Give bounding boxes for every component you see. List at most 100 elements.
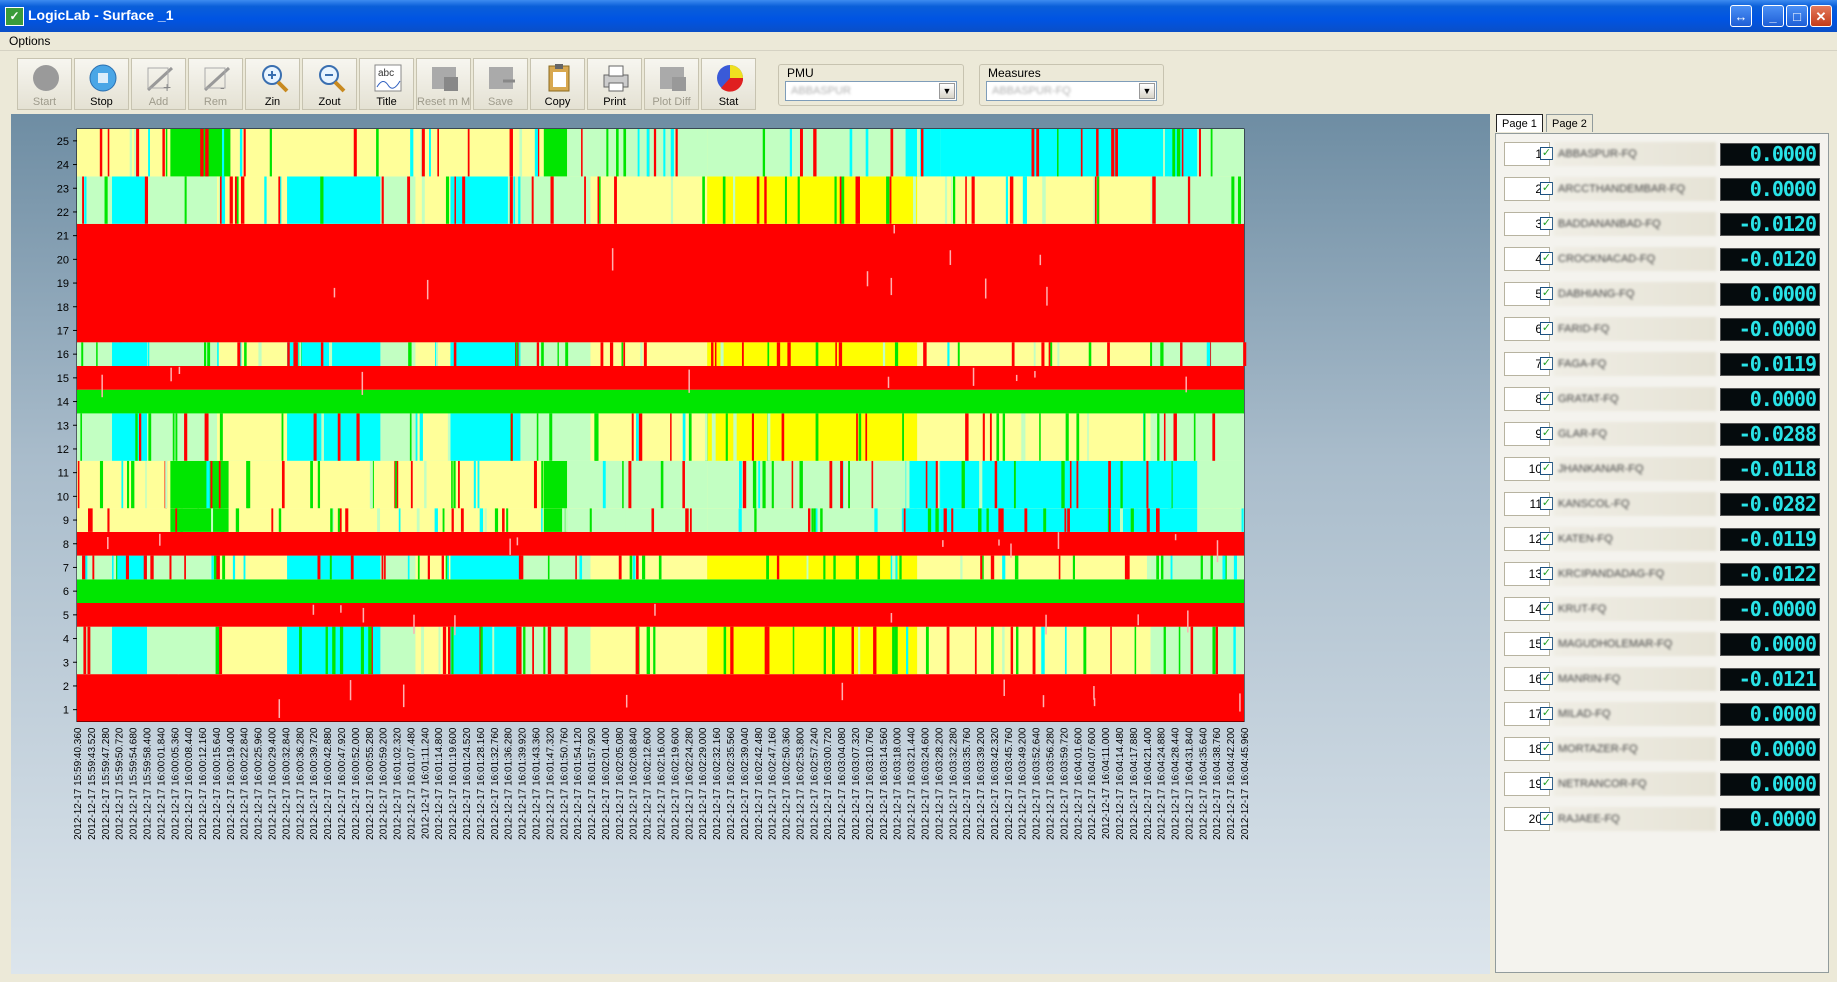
heatmap-streak [858, 413, 862, 461]
heatmap-streak [742, 460, 747, 509]
heatmap-streak [1163, 626, 1166, 675]
heatmap-streak [565, 508, 567, 532]
measure-checkbox[interactable] [1540, 357, 1553, 370]
heatmap-cell [590, 555, 708, 580]
zin-button[interactable]: Zin [245, 58, 300, 110]
heatmap-streak [600, 342, 604, 366]
minimize-button[interactable]: _ [1762, 5, 1784, 27]
heatmap-streak [221, 129, 225, 177]
chevron-down-icon[interactable]: ▼ [939, 83, 955, 99]
heatmap-streak [1163, 413, 1166, 461]
heatmap-streak [96, 342, 98, 366]
measure-checkbox[interactable] [1540, 497, 1553, 510]
y-tick-label: 11 [58, 468, 69, 480]
tab-page-1[interactable]: Page 1 [1496, 114, 1543, 132]
heatmap-cell [590, 342, 708, 366]
heatmap-streak [360, 626, 364, 675]
heatmap-cell [287, 176, 381, 224]
heatmap-streak [184, 555, 186, 580]
heatmap-streak [502, 508, 505, 532]
measure-checkbox[interactable] [1540, 462, 1553, 475]
heatmap-streak [618, 555, 622, 580]
heatmap-streak [144, 176, 149, 224]
maximize-button[interactable]: □ [1786, 5, 1808, 27]
add-button[interactable]: + Add [131, 58, 186, 110]
chevron-down-icon[interactable]: ▼ [1139, 83, 1155, 99]
heatmap-streak [895, 555, 898, 580]
heatmap-streak [1087, 413, 1089, 461]
restore-arrows-icon[interactable]: ↔ [1730, 5, 1752, 27]
toolbar-button-label: Stop [90, 96, 113, 108]
heatmap-streak [165, 460, 168, 509]
save-button[interactable]: Save [473, 58, 528, 110]
measure-checkbox[interactable] [1540, 182, 1553, 195]
measure-checkbox[interactable] [1540, 217, 1553, 230]
heatmap-streak [1210, 555, 1213, 580]
tab-page-2[interactable]: Page 2 [1546, 114, 1593, 132]
measure-checkbox[interactable] [1540, 637, 1553, 650]
title-button[interactable]: abc Title [359, 58, 414, 110]
heatmap-streak [400, 413, 403, 461]
heatmap-streak [1187, 176, 1191, 224]
heatmap-chart[interactable]: 1234567891011121314151617181920212223242… [11, 114, 1490, 974]
close-button[interactable]: ✕ [1810, 5, 1832, 27]
heatmap-streak [184, 176, 187, 224]
heatmap-streak [170, 367, 172, 382]
start-button[interactable]: Start [17, 58, 72, 110]
reset-m-m-button[interactable]: Reset m M [416, 58, 471, 110]
heatmap-band [77, 603, 1244, 627]
measure-checkbox[interactable] [1540, 777, 1553, 790]
measures-label: Measures [988, 66, 1041, 80]
heatmap-streak [611, 248, 614, 271]
rem-button[interactable]: - Rem [188, 58, 243, 110]
measure-checkbox[interactable] [1540, 567, 1553, 580]
heatmap-streak [635, 413, 639, 461]
heatmap-streak [215, 626, 220, 675]
plot-diff-button[interactable]: Plot Diff [644, 58, 699, 110]
measure-checkbox[interactable] [1540, 392, 1553, 405]
heatmap-streak [353, 129, 357, 177]
measure-checkbox[interactable] [1540, 707, 1553, 720]
heatmap-streak [653, 129, 657, 177]
heatmap-streak [350, 555, 354, 580]
measure-checkbox[interactable] [1540, 427, 1553, 440]
copy-button[interactable]: Copy [530, 58, 585, 110]
measure-row: 5DABHIANG-FQ0.0000 [1504, 282, 1826, 308]
heatmap-streak [865, 129, 869, 177]
heatmap-streak [1013, 460, 1016, 509]
heatmap-streak [454, 615, 456, 636]
measure-checkbox[interactable] [1540, 252, 1553, 265]
measure-checkbox[interactable] [1540, 147, 1553, 160]
heatmap-streak [840, 460, 843, 509]
measure-row: 20RAJAEE-FQ0.0000 [1504, 807, 1826, 833]
measure-checkbox[interactable] [1540, 532, 1553, 545]
measures-select[interactable]: ABBASPUR-FQ ▼ [986, 81, 1157, 101]
pmu-select[interactable]: ABBASPUR ▼ [785, 81, 957, 101]
surface-plot-panel[interactable]: 1 2 3 4 5 6 7 8 9 10 11 12 13 14 15 16 17 18 19 20 21 22 23 24 2… [11, 114, 1490, 974]
heatmap-streak [1212, 413, 1216, 461]
measure-value-display: 0.0000 [1720, 283, 1820, 306]
menu-options[interactable]: Options [9, 34, 50, 48]
heatmap-streak [427, 555, 430, 580]
pmu-group: PMU ABBASPUR ▼ [778, 64, 964, 106]
x-tick-label: 2012-12-17 16:00:01.840 [156, 727, 167, 840]
y-tick-label: 10 [57, 491, 69, 503]
measure-checkbox[interactable] [1540, 812, 1553, 825]
print-button[interactable]: Print [587, 58, 642, 110]
zout-button[interactable]: Zout [302, 58, 357, 110]
heatmap-streak [642, 555, 646, 580]
menu-bar: Options [0, 32, 1837, 51]
measure-checkbox[interactable] [1540, 672, 1553, 685]
measure-checkbox[interactable] [1540, 602, 1553, 615]
measure-checkbox[interactable] [1540, 287, 1553, 300]
x-tick-label: 2012-12-17 16:04:11.000 [1101, 727, 1112, 839]
heatmap-streak [688, 369, 690, 393]
stat-button[interactable]: Stat [701, 58, 756, 110]
measure-checkbox[interactable] [1540, 742, 1553, 755]
heatmap-streak [614, 176, 617, 224]
printer-icon [603, 65, 629, 92]
stop-button[interactable]: Stop [74, 58, 129, 110]
heatmap-streak [871, 460, 874, 509]
measure-checkbox[interactable] [1540, 322, 1553, 335]
heatmap-streak [362, 607, 365, 623]
